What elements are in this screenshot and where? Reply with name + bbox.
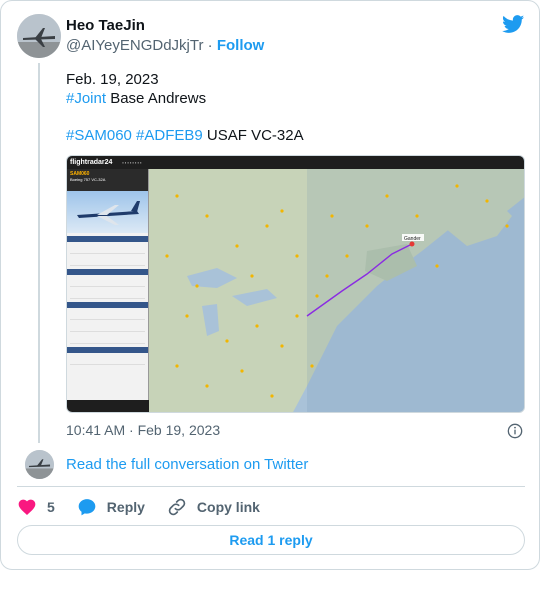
- tweet-text-line2: #Joint Base Andrews: [66, 89, 206, 109]
- reply-button[interactable]: Reply: [77, 497, 145, 517]
- hashtag-joint[interactable]: #Joint: [66, 90, 106, 107]
- map-app-logo: flightradar24: [70, 159, 113, 166]
- reply-bubble-icon: [78, 499, 96, 516]
- tweet-card: Heo TaeJin @AIYeyENGDdJkjTr · Follow Feb…: [0, 0, 540, 570]
- map-panel-section: [67, 236, 148, 242]
- tweet-text-aircraft: USAF VC-32A: [202, 127, 304, 144]
- map-panel-row: [70, 256, 145, 266]
- map-top-bar: flightradar24 ▪ ▪ ▪ ▪ ▪ ▪ ▪ ▪: [67, 156, 524, 169]
- tweet-timestamp[interactable]: 10:41 AM · Feb 19, 2023: [66, 422, 220, 438]
- map-panel-row: [70, 244, 145, 254]
- read-conversation-link[interactable]: Read the full conversation on Twitter: [66, 456, 308, 473]
- author-handle[interactable]: @AIYeyENGDdJkjTr: [66, 37, 203, 54]
- map-panel-section: [67, 347, 148, 353]
- author-handle-row: @AIYeyENGDdJkjTr · Follow: [66, 37, 264, 54]
- tweet-text-date: Feb. 19, 2023: [66, 71, 159, 88]
- like-button[interactable]: 5: [17, 497, 55, 517]
- map-panel-section: [67, 302, 148, 308]
- tweet-text-line3: #SAM060 #ADFEB9 USAF VC-32A: [66, 126, 304, 146]
- map-panel-row: [70, 334, 145, 344]
- like-count: 5: [47, 499, 55, 515]
- map-aircraft-type: Boeing 757 VC-32A: [70, 177, 106, 182]
- map-nav-menu: ▪ ▪ ▪ ▪ ▪ ▪ ▪ ▪: [122, 160, 142, 165]
- info-icon[interactable]: [507, 423, 523, 439]
- map-panel-section: [67, 269, 148, 275]
- map-aircraft-photo: [67, 191, 148, 233]
- hashtag-adfeb9[interactable]: #ADFEB9: [136, 127, 203, 144]
- separator-dot: ·: [207, 37, 213, 54]
- map-panel-toolbar: [67, 400, 149, 412]
- tweet-text-base: Base Andrews: [106, 90, 207, 107]
- thread-line: [38, 63, 40, 443]
- map-panel-row: [70, 310, 145, 320]
- map-panel-row: [70, 322, 145, 332]
- reply-label: Reply: [106, 499, 145, 515]
- divider: [17, 486, 525, 487]
- heart-icon: [18, 499, 36, 515]
- hashtag-sam060[interactable]: #SAM060: [66, 127, 132, 144]
- map-destination-label: Gander: [404, 236, 421, 242]
- map-panel-row: [70, 289, 145, 299]
- action-bar: 5 Reply Copy link: [17, 495, 260, 519]
- map-panel-row: [70, 355, 145, 365]
- avatar-small[interactable]: [25, 450, 54, 479]
- avatar[interactable]: [17, 14, 61, 58]
- map-panel-row: [70, 277, 145, 287]
- link-icon: [168, 498, 186, 516]
- tweet-media-image[interactable]: Gander flightradar24 ▪ ▪ ▪ ▪ ▪ ▪ ▪ ▪ SAM…: [66, 155, 525, 413]
- author-name[interactable]: Heo TaeJin: [66, 17, 145, 34]
- copy-link-button[interactable]: Copy link: [167, 497, 260, 517]
- twitter-bird-icon[interactable]: [501, 13, 526, 35]
- map-panel-header: SAM060 Boeing 757 VC-32A: [67, 169, 148, 191]
- read-replies-button[interactable]: Read 1 reply: [17, 525, 525, 555]
- map-flight-panel: SAM060 Boeing 757 VC-32A: [67, 169, 149, 412]
- copy-link-label: Copy link: [196, 499, 260, 515]
- follow-button[interactable]: Follow: [217, 37, 265, 54]
